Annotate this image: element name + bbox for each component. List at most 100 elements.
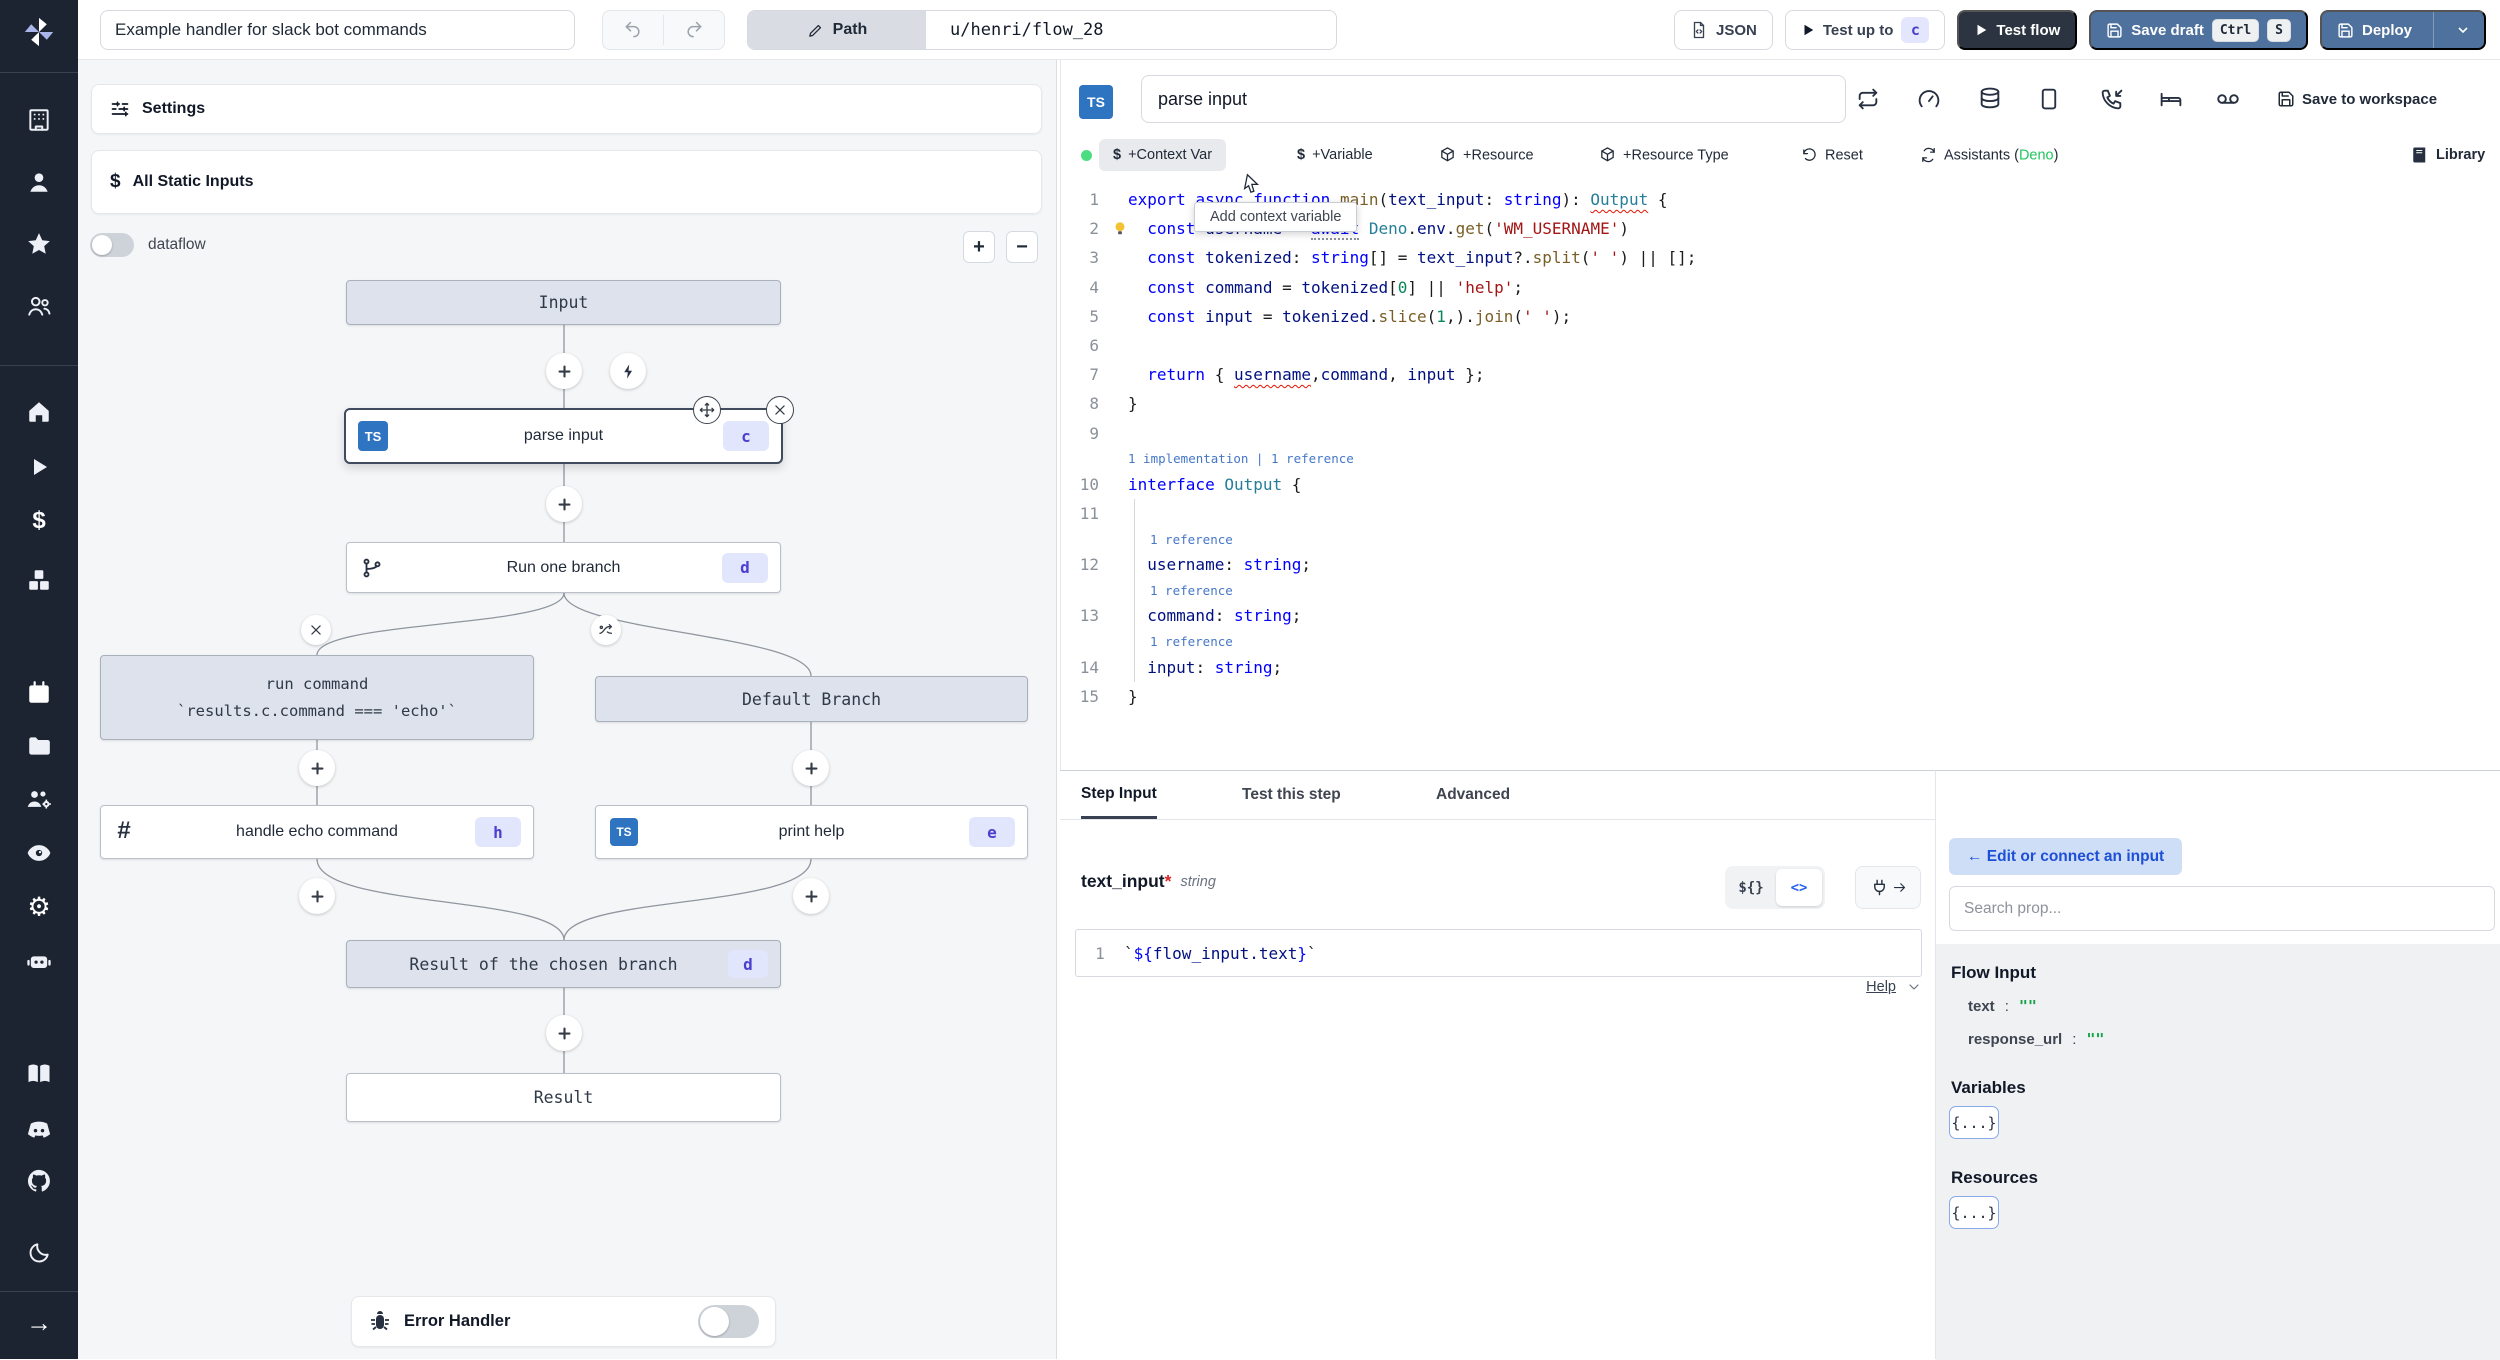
- add-resource-type-button[interactable]: +Resource Type: [1599, 147, 1729, 164]
- folders-icon[interactable]: [26, 733, 52, 759]
- deploy-button[interactable]: Deploy: [2322, 12, 2425, 48]
- trigger-lightning-button[interactable]: [610, 353, 646, 389]
- windmill-logo-icon[interactable]: [22, 15, 56, 49]
- flow-node-default-branch[interactable]: Default Branch: [595, 676, 1028, 722]
- input-mode-segmented-control: ${} <>: [1725, 866, 1825, 909]
- schedules-calendar-icon[interactable]: [26, 680, 52, 706]
- runs-icon[interactable]: [27, 455, 51, 479]
- add-variable-button[interactable]: $ +Variable: [1297, 147, 1373, 163]
- code-mode-button[interactable]: <>: [1776, 869, 1822, 906]
- prop-text[interactable]: text: "": [1968, 997, 2037, 1015]
- tablet-icon[interactable]: [2037, 87, 2062, 112]
- dollar-icon: $: [1297, 147, 1306, 163]
- phone-incoming-icon[interactable]: [2100, 87, 2125, 112]
- groups-icon[interactable]: [26, 293, 52, 319]
- typescript-icon: TS: [610, 818, 638, 846]
- resources-icon[interactable]: [26, 567, 52, 593]
- typescript-icon: TS: [358, 421, 388, 451]
- play-icon: [1977, 24, 1987, 36]
- step-id-badge: d: [728, 950, 768, 978]
- voicemail-icon[interactable]: [2215, 86, 2241, 112]
- save-to-workspace-button[interactable]: Save to workspace: [2277, 90, 2437, 108]
- gauge-icon[interactable]: [1917, 87, 1942, 112]
- flow-title-input[interactable]: [100, 10, 575, 50]
- insert-step-button[interactable]: [793, 750, 829, 786]
- resources-object-chip[interactable]: {...}: [1949, 1196, 1999, 1229]
- tab-advanced[interactable]: Advanced: [1436, 771, 1510, 819]
- assistants-button[interactable]: Assistants (Deno): [1920, 147, 2058, 164]
- flow-node-result[interactable]: Result: [346, 1073, 781, 1122]
- flow-node-handle-echo-command[interactable]: # handle echo command h: [100, 805, 534, 859]
- insert-step-button[interactable]: [546, 353, 582, 389]
- save-icon: [2278, 91, 2294, 107]
- tab-step-input[interactable]: Step Input: [1081, 771, 1157, 819]
- variables-object-chip[interactable]: {...}: [1949, 1106, 1999, 1139]
- expression-editor[interactable]: 1 `${flow_input.text}`: [1075, 929, 1922, 977]
- favorites-star-icon[interactable]: [26, 231, 52, 257]
- add-branch-shuffle-button[interactable]: [591, 615, 621, 645]
- search-prop-input[interactable]: [1949, 886, 2495, 931]
- delete-step-button[interactable]: [766, 396, 794, 424]
- variables-icon[interactable]: $: [32, 507, 45, 535]
- ai-robot-icon[interactable]: [25, 947, 53, 975]
- flow-node-run-one-branch[interactable]: Run one branch d: [346, 542, 781, 593]
- error-handler-node[interactable]: Error Handler: [351, 1296, 776, 1347]
- flow-node-print-help[interactable]: TS print help e: [595, 805, 1028, 859]
- bed-icon[interactable]: [2159, 87, 2184, 112]
- flow-node-run-command-branch[interactable]: run command `results.c.command === 'echo…: [100, 655, 534, 740]
- audit-eye-icon[interactable]: [26, 840, 53, 867]
- insert-step-button[interactable]: [299, 750, 335, 786]
- workspace-icon[interactable]: [26, 107, 52, 133]
- flow-node-result-of-chosen-branch[interactable]: Result of the chosen branch d: [346, 940, 781, 988]
- hash-icon: #: [117, 816, 131, 844]
- workers-icon[interactable]: [26, 786, 53, 813]
- home-icon[interactable]: [26, 399, 52, 425]
- json-button[interactable]: JSON: [1674, 10, 1773, 50]
- step-input-panel: Step Input Test this step Advanced text_…: [1060, 770, 1935, 1359]
- add-context-var-button[interactable]: $ +Context Var: [1099, 139, 1227, 171]
- undo-button[interactable]: [603, 11, 663, 49]
- prop-response-url[interactable]: response_url: "": [1968, 1030, 2104, 1048]
- add-resource-button[interactable]: +Resource: [1439, 147, 1534, 164]
- remove-branch-button[interactable]: [301, 615, 331, 645]
- cube-icon: [1601, 147, 1614, 162]
- move-step-button[interactable]: [693, 396, 721, 424]
- library-button[interactable]: Library: [2411, 146, 2485, 164]
- user-icon[interactable]: [26, 169, 52, 195]
- flow-node-input[interactable]: Input: [346, 280, 781, 325]
- variables-title: Variables: [1951, 1078, 2026, 1097]
- error-handler-toggle[interactable]: [698, 1305, 759, 1338]
- discord-icon[interactable]: [25, 1116, 53, 1144]
- test-flow-button[interactable]: Test flow: [1957, 10, 2078, 50]
- play-icon: [1804, 24, 1814, 36]
- database-icon[interactable]: [1978, 87, 2003, 112]
- settings-gear-icon[interactable]: ⚙: [27, 892, 50, 923]
- save-draft-button[interactable]: Save draft Ctrl S: [2089, 10, 2308, 50]
- divider: [1060, 819, 1935, 820]
- insert-step-button[interactable]: [546, 486, 582, 522]
- docs-book-icon[interactable]: [25, 1060, 53, 1088]
- edit-or-connect-button[interactable]: ← Edit or connect an input: [1949, 838, 2183, 875]
- lightbulb-icon[interactable]: [1111, 220, 1129, 238]
- expand-arrow-icon[interactable]: →: [26, 1308, 52, 1339]
- repeat-icon[interactable]: [1856, 87, 1881, 112]
- github-icon[interactable]: [25, 1167, 53, 1195]
- insert-step-button[interactable]: [546, 1015, 582, 1051]
- step-name-input[interactable]: [1141, 75, 1846, 123]
- sidebar-divider: [0, 72, 78, 73]
- dark-mode-moon-icon[interactable]: [26, 1240, 52, 1266]
- kbd-ctrl: Ctrl: [2211, 18, 2260, 42]
- redo-button[interactable]: [664, 11, 724, 49]
- reset-button[interactable]: Reset: [1801, 147, 1863, 164]
- insert-step-button[interactable]: [299, 878, 335, 914]
- test-up-to-button[interactable]: Test up to c: [1784, 10, 1946, 50]
- help-link[interactable]: Help: [1866, 979, 1896, 995]
- path-field[interactable]: Path u/henri/flow_28: [747, 10, 1337, 50]
- kbd-s: S: [2267, 18, 2291, 42]
- tab-test-this-step[interactable]: Test this step: [1242, 771, 1341, 819]
- deploy-dropdown-button[interactable]: [2442, 12, 2484, 48]
- json-mode-button[interactable]: ${}: [1728, 869, 1774, 906]
- code-editor[interactable]: 1 export async function main(text_input: …: [1061, 185, 2500, 711]
- connect-input-plug-button[interactable]: [1855, 866, 1921, 909]
- insert-step-button[interactable]: [793, 878, 829, 914]
